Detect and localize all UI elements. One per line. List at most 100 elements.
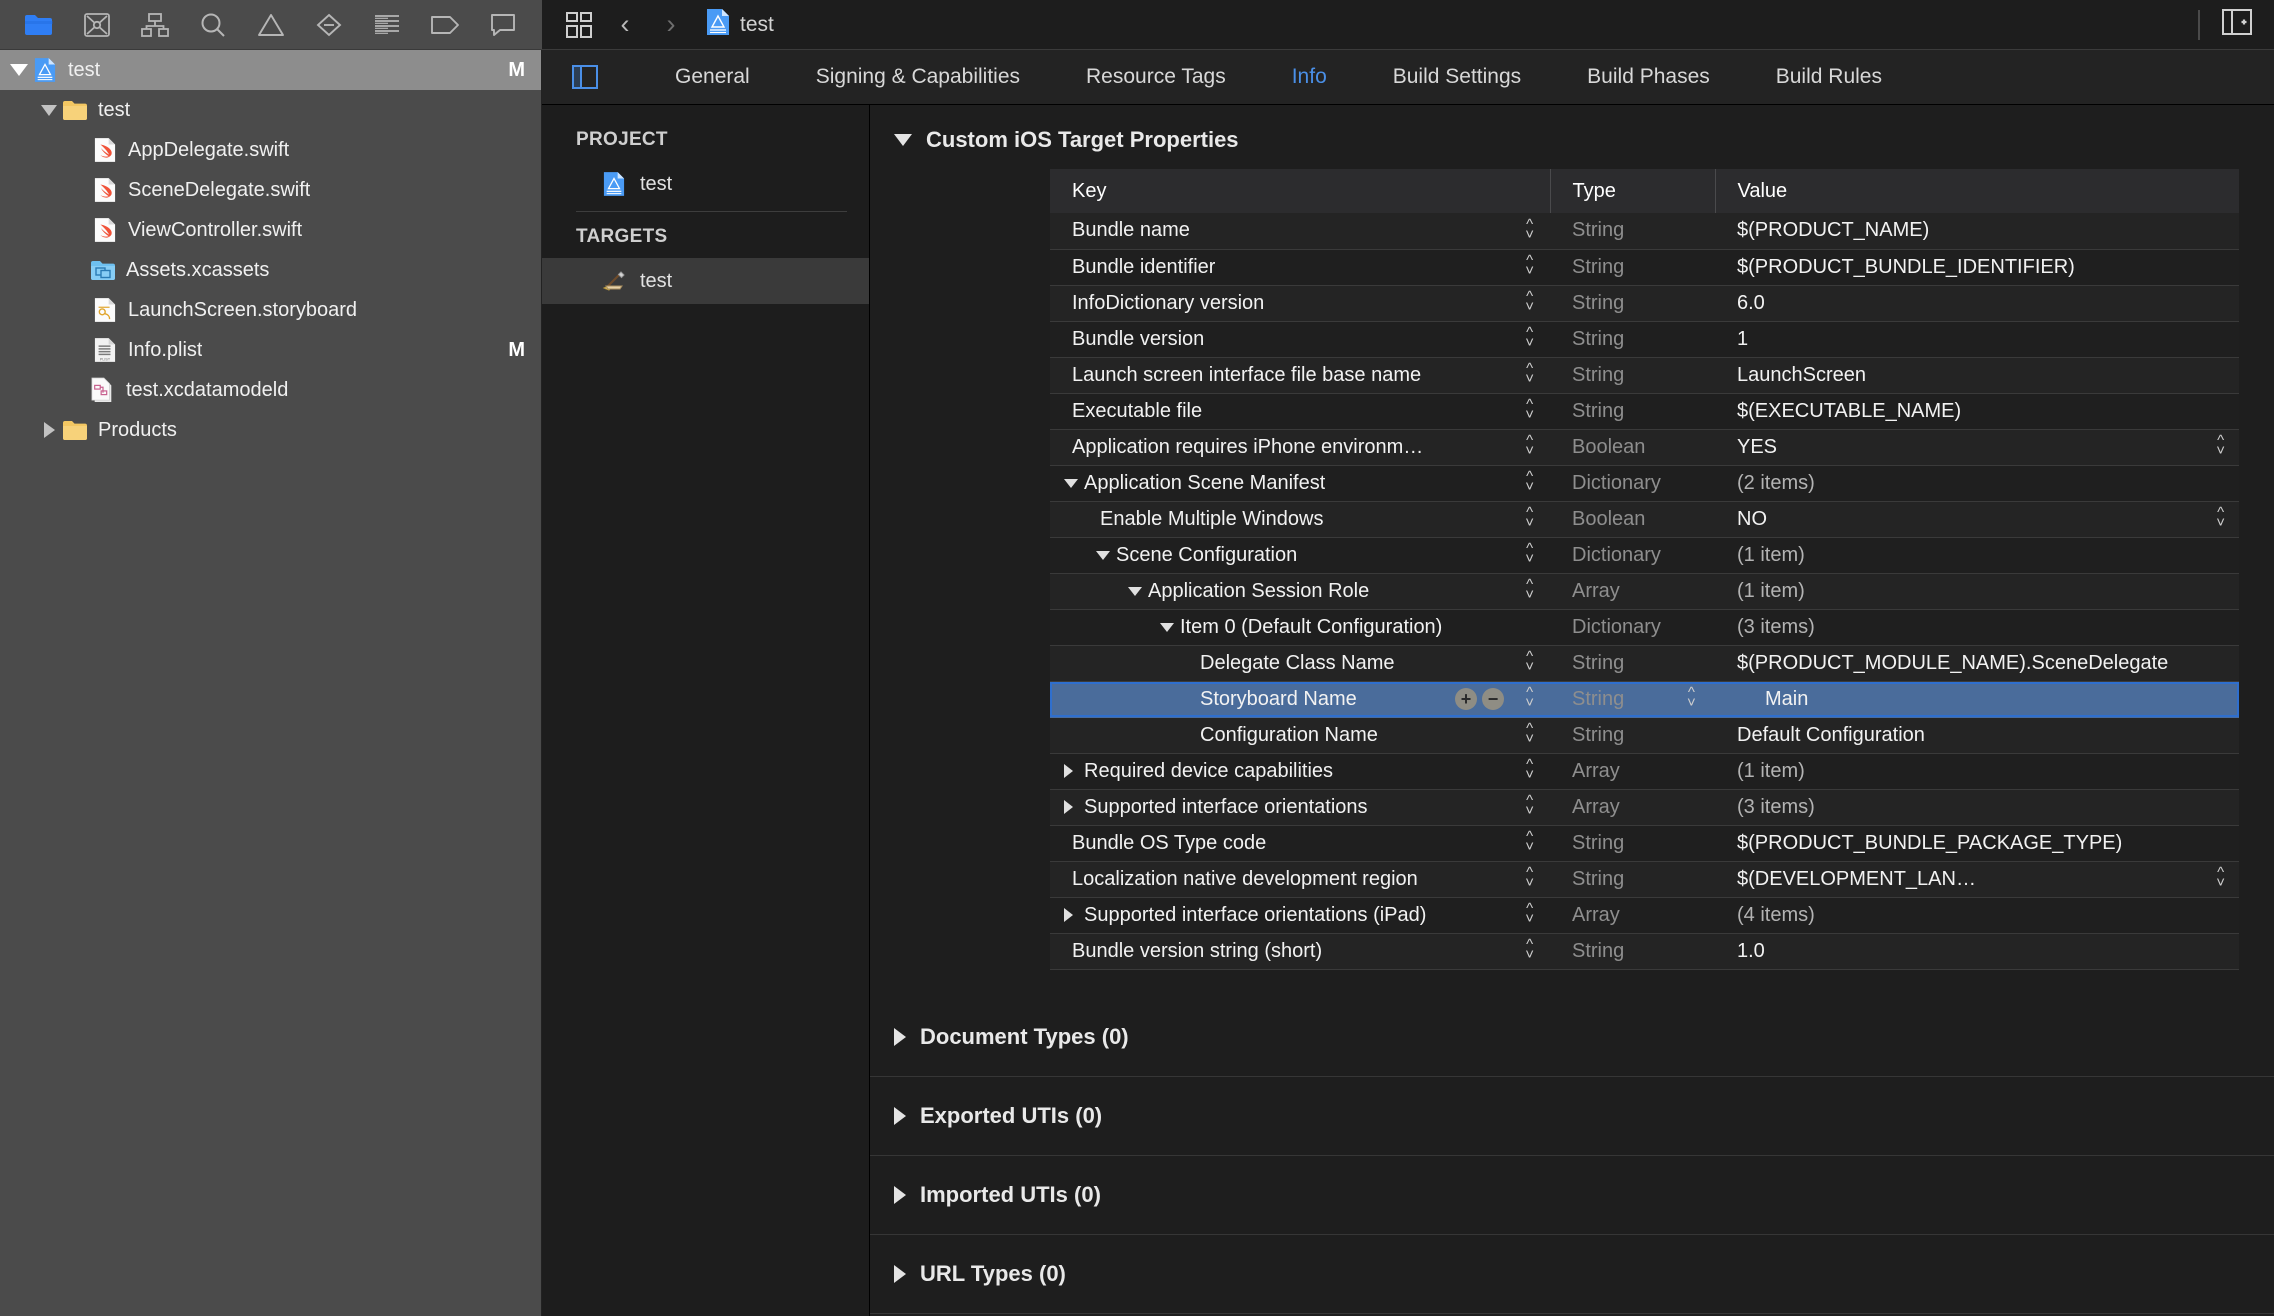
row-value-cell[interactable]: (3 items): [1715, 789, 2239, 826]
row-stepper[interactable]: ^ ˅: [1525, 901, 1534, 926]
row-key-cell[interactable]: Bundle version string (short) ^ ˅: [1050, 933, 1550, 970]
row-value-cell[interactable]: $(PRODUCT_NAME): [1715, 213, 2239, 250]
row-value-cell[interactable]: NO ^ ˅: [1715, 501, 2239, 538]
table-row[interactable]: InfoDictionary version ^ ˅ String 6.0: [1050, 285, 2239, 322]
disclosure-triangle-right-icon[interactable]: [36, 422, 62, 438]
row-type-cell[interactable]: Array: [1550, 753, 1715, 790]
nav-row-project[interactable]: test M: [0, 50, 541, 90]
disclosure-triangle-down-icon[interactable]: [894, 134, 912, 146]
row-type-cell[interactable]: String: [1550, 249, 1715, 286]
table-row[interactable]: Required device capabilities ^ ˅ Array (1 …: [1050, 753, 2239, 790]
row-stepper[interactable]: ^ ˅: [1525, 541, 1534, 566]
row-key-cell[interactable]: Item 0 (Default Configuration): [1050, 609, 1550, 646]
row-value-stepper[interactable]: ^ ˅: [2216, 433, 2225, 458]
row-key-cell[interactable]: Localization native development region ^ ˅: [1050, 861, 1550, 898]
forward-button[interactable]: ›: [648, 0, 694, 50]
row-type-cell[interactable]: String: [1550, 213, 1715, 250]
row-type-cell[interactable]: Array: [1550, 789, 1715, 826]
table-row[interactable]: Executable file ^ ˅ String $(EXECUTABLE_NA…: [1050, 393, 2239, 430]
nav-row-assets[interactable]: Assets.xcassets: [0, 250, 541, 290]
navigator-toggle-icon[interactable]: [562, 50, 608, 105]
row-key-cell[interactable]: Bundle name ^ ˅: [1050, 213, 1550, 250]
issue-navigator-icon[interactable]: [242, 0, 300, 50]
row-value-cell[interactable]: (1 item): [1715, 537, 2239, 574]
project-navigator-icon[interactable]: [10, 0, 68, 50]
row-value-cell[interactable]: $(EXECUTABLE_NAME): [1715, 393, 2239, 430]
row-key-cell[interactable]: Application requires iPhone environm… ^ ˅: [1050, 429, 1550, 466]
row-stepper[interactable]: ^ ˅: [1525, 757, 1534, 782]
table-row[interactable]: Application Session Role ^ ˅ Array (1 item…: [1050, 573, 2239, 610]
row-stepper[interactable]: ^ ˅: [1525, 793, 1534, 818]
table-row[interactable]: Supported interface orientations ^ ˅ Array…: [1050, 789, 2239, 826]
row-type-cell[interactable]: Array: [1550, 573, 1715, 610]
row-key-cell[interactable]: Bundle identifier ^ ˅: [1050, 249, 1550, 286]
row-value-cell[interactable]: (1 item): [1715, 753, 2239, 790]
disclosure-triangle-down-icon[interactable]: [36, 104, 62, 116]
custom-ios-target-properties-header[interactable]: Custom iOS Target Properties: [870, 105, 2274, 169]
row-value-cell[interactable]: $(PRODUCT_MODULE_NAME).SceneDelegate: [1715, 645, 2239, 682]
row-value-stepper[interactable]: ^ ˅: [2216, 505, 2225, 530]
add-row-button[interactable]: +: [1455, 688, 1477, 710]
row-stepper[interactable]: ^ ˅: [1525, 217, 1534, 242]
nav-row-scenedelegate[interactable]: SceneDelegate.swift: [0, 170, 541, 210]
row-value-cell[interactable]: Default Configuration: [1715, 717, 2239, 754]
row-type-cell[interactable]: Dictionary: [1550, 465, 1715, 502]
table-row[interactable]: Bundle name ^ ˅ String $(PRODUCT_NAME): [1050, 213, 2239, 250]
table-row[interactable]: Application requires iPhone environm… ^ ˅ …: [1050, 429, 2239, 466]
tab-build-settings[interactable]: Build Settings: [1360, 65, 1554, 89]
column-header-type[interactable]: Type: [1550, 169, 1716, 213]
disclosure-triangle-right-icon[interactable]: [1064, 800, 1084, 814]
row-type-cell[interactable]: String: [1550, 321, 1715, 358]
row-key-cell[interactable]: Delegate Class Name ^ ˅: [1050, 645, 1550, 682]
back-button[interactable]: ‹: [602, 0, 648, 50]
table-row[interactable]: Enable Multiple Windows ^ ˅ Boolean NO ^ ˅: [1050, 501, 2239, 538]
row-stepper[interactable]: ^ ˅: [1525, 325, 1534, 350]
row-type-cell[interactable]: Boolean: [1550, 429, 1715, 466]
row-key-cell[interactable]: Storyboard Name + − ^ ˅: [1050, 681, 1550, 718]
row-value-cell[interactable]: LaunchScreen: [1715, 357, 2239, 394]
row-stepper[interactable]: ^ ˅: [1525, 253, 1534, 278]
table-row[interactable]: Bundle version string (short) ^ ˅ String 1…: [1050, 933, 2239, 970]
section-imported-utis[interactable]: Imported UTIs (0): [870, 1156, 2274, 1234]
symbol-navigator-icon[interactable]: [126, 0, 184, 50]
value-type-stepper[interactable]: ^ ˅: [1687, 685, 1696, 710]
table-row[interactable]: Scene Configuration ^ ˅ Dictionary (1 item…: [1050, 537, 2239, 574]
nav-row-launchscreen[interactable]: LaunchScreen.storyboard: [0, 290, 541, 330]
row-type-cell[interactable]: Boolean: [1550, 501, 1715, 538]
row-value-cell[interactable]: YES ^ ˅: [1715, 429, 2239, 466]
nav-row-group-test[interactable]: test: [0, 90, 541, 130]
row-key-cell[interactable]: Scene Configuration ^ ˅: [1050, 537, 1550, 574]
row-type-cell[interactable]: String: [1550, 357, 1715, 394]
table-row[interactable]: Localization native development region ^ ˅…: [1050, 861, 2239, 898]
nav-row-viewcontroller[interactable]: ViewController.swift: [0, 210, 541, 250]
project-item-test[interactable]: test: [542, 161, 869, 207]
row-key-cell[interactable]: Bundle version ^ ˅: [1050, 321, 1550, 358]
row-key-cell[interactable]: Executable file ^ ˅: [1050, 393, 1550, 430]
column-header-key[interactable]: Key: [1050, 169, 1551, 213]
table-row[interactable]: Bundle version ^ ˅ String 1: [1050, 321, 2239, 358]
disclosure-triangle-right-icon[interactable]: [1064, 764, 1084, 778]
row-key-cell[interactable]: Application Scene Manifest ^ ˅: [1050, 465, 1550, 502]
tab-resource-tags[interactable]: Resource Tags: [1053, 65, 1259, 89]
row-stepper[interactable]: ^ ˅: [1525, 937, 1534, 962]
table-row[interactable]: Supported interface orientations (iPad) ^…: [1050, 897, 2239, 934]
row-key-cell[interactable]: Enable Multiple Windows ^ ˅: [1050, 501, 1550, 538]
row-stepper[interactable]: ^ ˅: [1525, 433, 1534, 458]
tab-build-phases[interactable]: Build Phases: [1554, 65, 1743, 89]
row-key-cell[interactable]: Bundle OS Type code ^ ˅: [1050, 825, 1550, 862]
table-row[interactable]: Bundle identifier ^ ˅ String $(PRODUCT_BUN…: [1050, 249, 2239, 286]
project-navigator[interactable]: test M test AppDelegate.swift SceneDeleg…: [0, 50, 542, 1316]
row-stepper[interactable]: ^ ˅: [1525, 649, 1534, 674]
disclosure-triangle-right-icon[interactable]: [894, 1185, 906, 1204]
row-key-cell[interactable]: Launch screen interface file base name ^ ˅: [1050, 357, 1550, 394]
row-add-remove-group[interactable]: + −: [1455, 688, 1504, 710]
section-document-types[interactable]: Document Types (0): [870, 998, 2274, 1076]
nav-row-appdelegate[interactable]: AppDelegate.swift: [0, 130, 541, 170]
row-value-cell[interactable]: 6.0: [1715, 285, 2239, 322]
section-exported-utis[interactable]: Exported UTIs (0): [870, 1077, 2274, 1155]
row-value-cell[interactable]: (4 items): [1715, 897, 2239, 934]
remove-row-button[interactable]: −: [1482, 688, 1504, 710]
disclosure-triangle-right-icon[interactable]: [894, 1264, 906, 1283]
tab-overview-icon[interactable]: [556, 0, 602, 50]
row-value-cell[interactable]: 1: [1715, 321, 2239, 358]
